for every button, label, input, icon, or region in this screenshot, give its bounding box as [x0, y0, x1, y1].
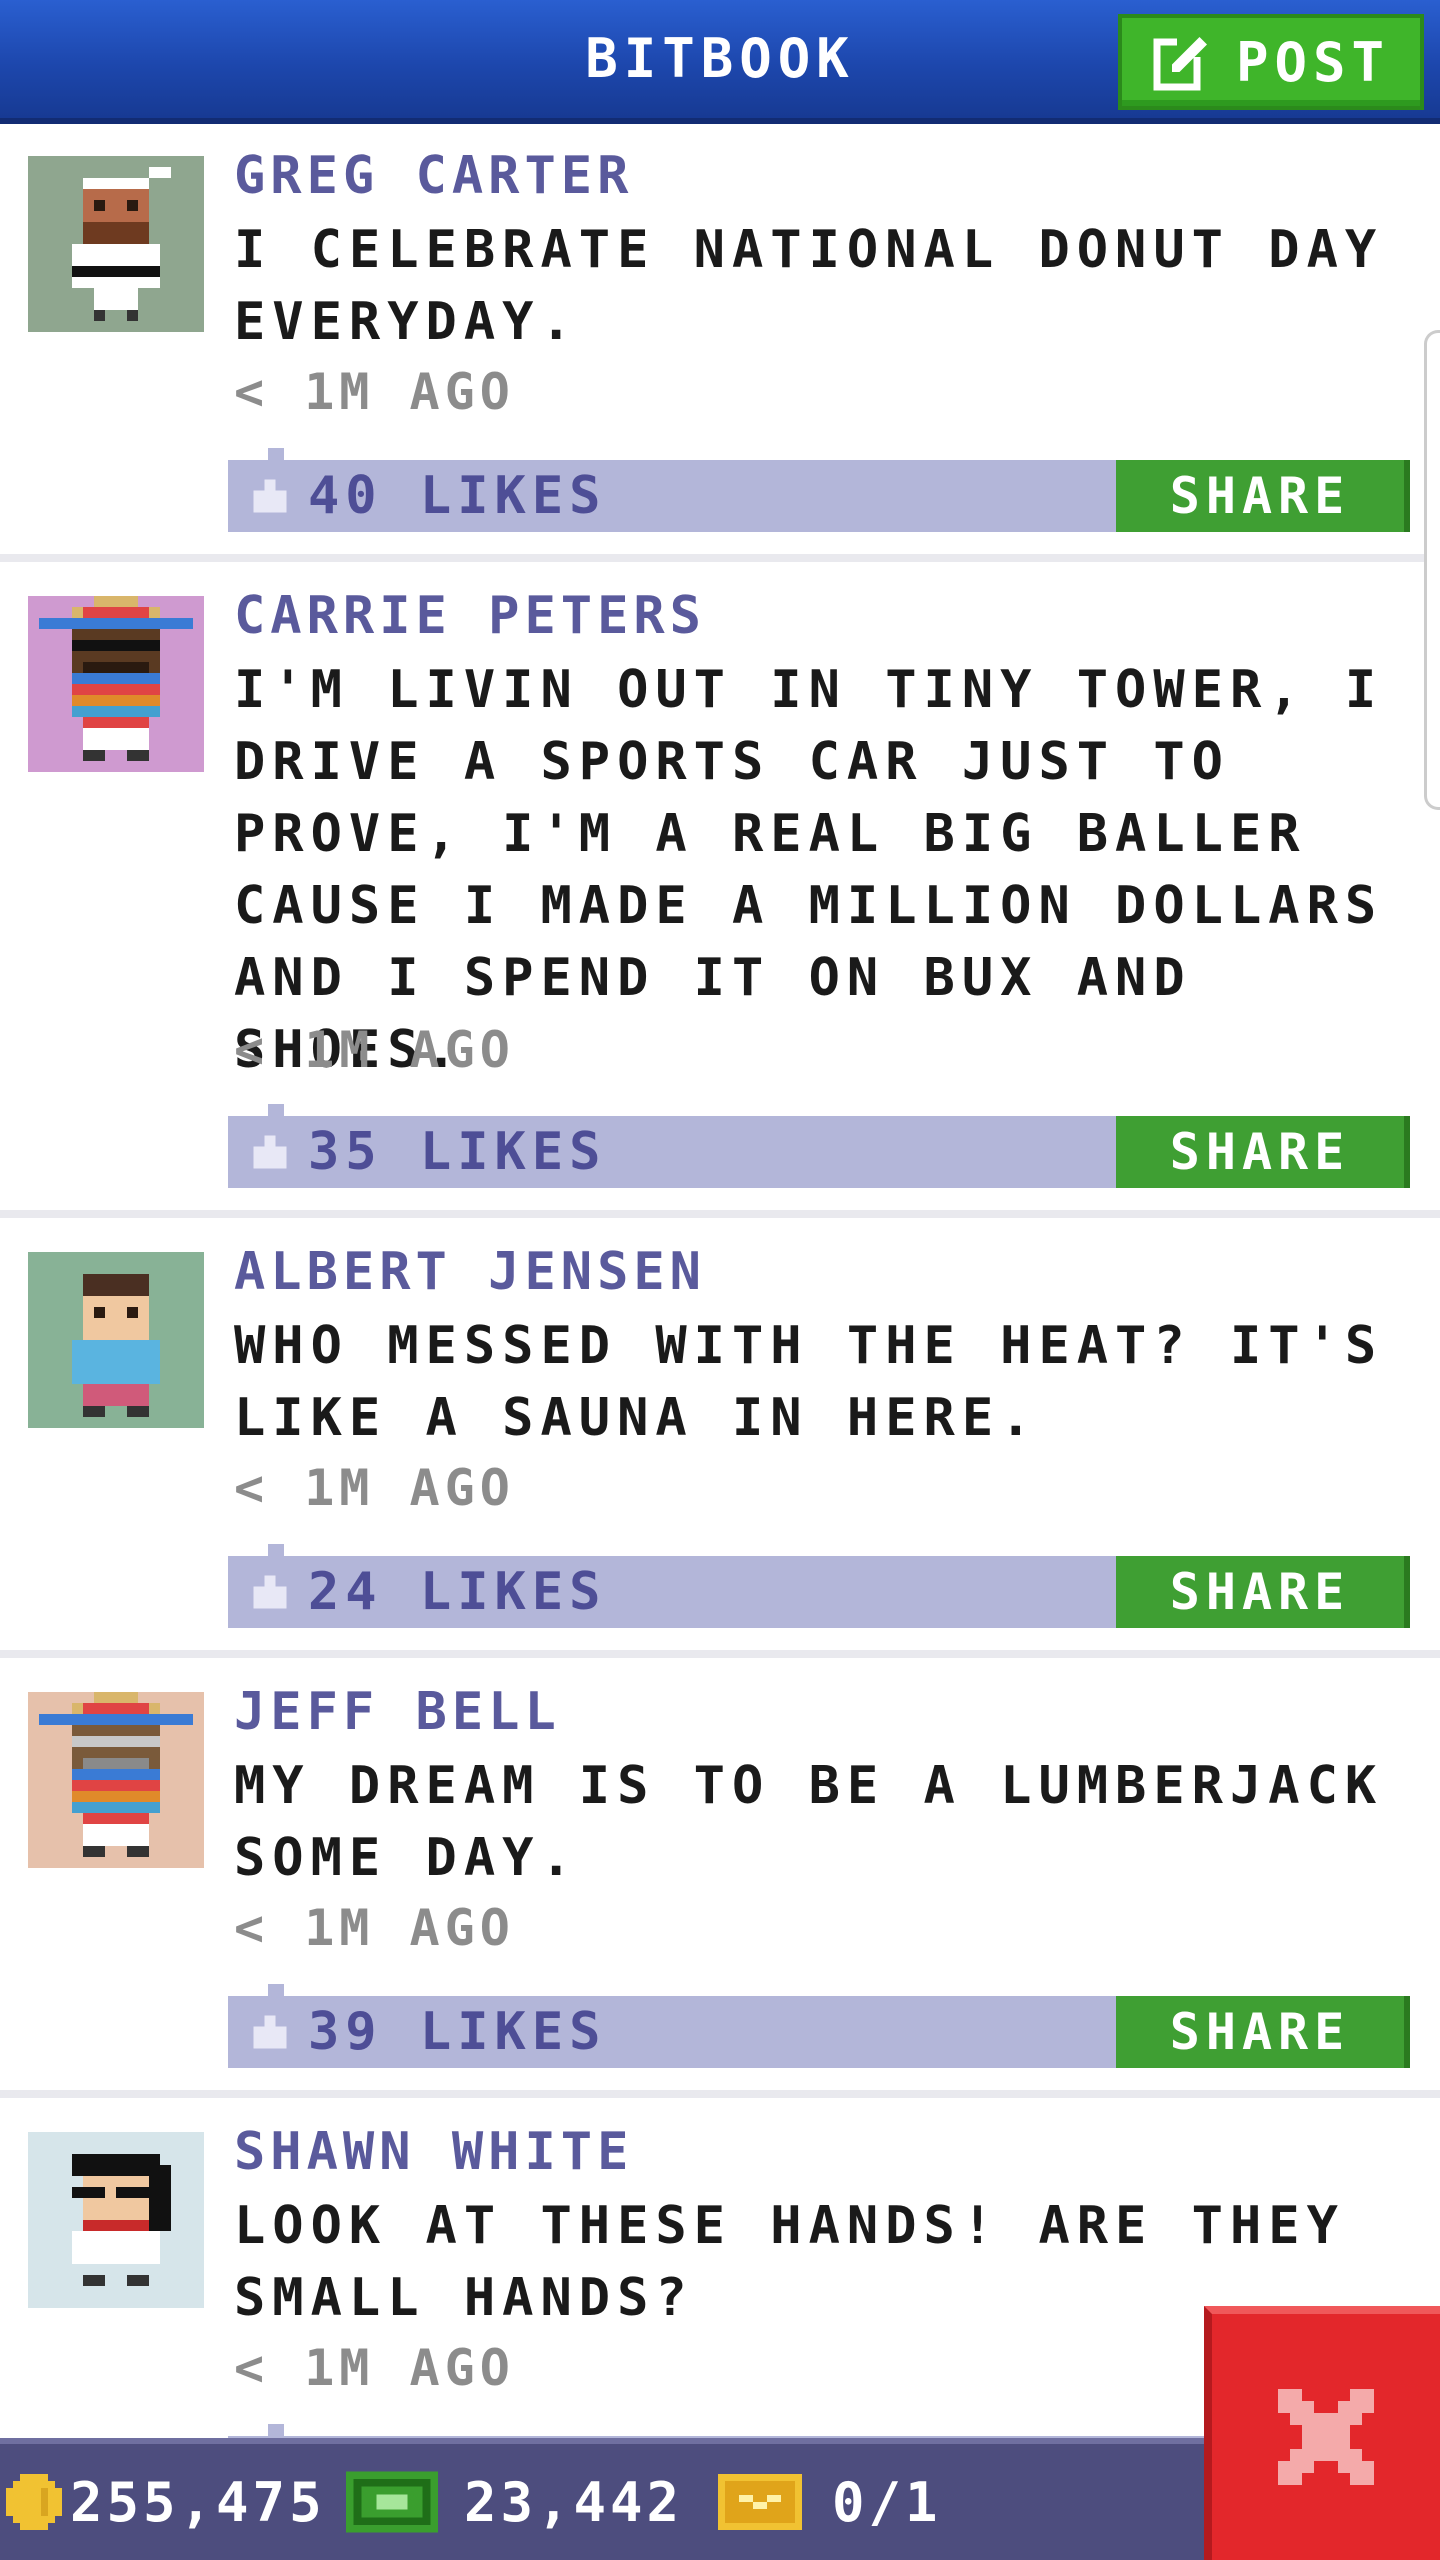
- like-bar: 24 LIKES SHARE: [228, 1544, 1410, 1628]
- coin-icon: [6, 2474, 62, 2530]
- like-bar: 39 LIKES SHARE: [228, 1984, 1410, 2068]
- like-count[interactable]: 39 LIKES: [248, 1996, 606, 2068]
- post-author[interactable]: ALBERT JENSEN: [234, 1242, 706, 1302]
- post-text: MY DREAM IS TO BE A LUMBERJACK SOME DAY.: [234, 1756, 1384, 1888]
- ticket-icon: [718, 2474, 802, 2530]
- post-author[interactable]: GREG CARTER: [234, 146, 633, 206]
- like-bar: 35 LIKES SHARE: [228, 1104, 1410, 1188]
- thumbs-up-icon: [253, 1575, 287, 1609]
- thumbs-up-icon: [253, 1135, 287, 1169]
- post-button[interactable]: POST: [1118, 14, 1424, 110]
- share-button[interactable]: SHARE: [1116, 1996, 1410, 2068]
- edit-icon: [1153, 37, 1212, 91]
- avatar: [28, 156, 204, 332]
- post-feed[interactable]: GREG CARTER I CELEBRATE NATIONAL DONUT D…: [0, 130, 1440, 2440]
- share-button[interactable]: SHARE: [1116, 1116, 1410, 1188]
- share-button[interactable]: SHARE: [1116, 460, 1410, 532]
- bux-icon: [346, 2471, 438, 2533]
- like-count[interactable]: 24 LIKES: [248, 1556, 606, 1628]
- side-scroll-handle[interactable]: [1424, 330, 1440, 810]
- post-time: < 1M AGO: [234, 1459, 515, 1517]
- post-time: < 1M AGO: [234, 1899, 515, 1957]
- avatar: [28, 1692, 204, 1868]
- post-button-label: POST: [1236, 30, 1391, 94]
- post-author[interactable]: JEFF BELL: [234, 1682, 561, 1742]
- thumbs-up-icon: [253, 479, 287, 513]
- post-time: < 1M AGO: [234, 2339, 515, 2397]
- post-author[interactable]: SHAWN WHITE: [234, 2122, 633, 2182]
- share-button[interactable]: SHARE: [1116, 1556, 1410, 1628]
- avatar: [28, 596, 204, 772]
- thumbs-up-icon: [253, 2015, 287, 2049]
- avatar: [28, 2132, 204, 2308]
- post-time: < 1M AGO: [234, 1021, 515, 1079]
- header-bar: BITBOOK POST: [0, 0, 1440, 124]
- like-count[interactable]: 40 LIKES: [248, 460, 606, 532]
- post-text: WHO MESSED WITH THE HEAT? IT'S LIKE A SA…: [234, 1316, 1384, 1448]
- close-icon: [1278, 2389, 1374, 2485]
- post-author[interactable]: CARRIE PETERS: [234, 586, 706, 646]
- avatar: [28, 1252, 204, 1428]
- close-button[interactable]: [1204, 2306, 1440, 2560]
- post-text: I CELEBRATE NATIONAL DONUT DAY EVERYDAY.: [234, 220, 1384, 352]
- ticket-counter: 0/1: [714, 2444, 942, 2560]
- like-count[interactable]: 35 LIKES: [248, 1116, 606, 1188]
- bux-counter: 23,442: [346, 2444, 683, 2560]
- post-time: < 1M AGO: [234, 363, 515, 421]
- like-bar: 40 LIKES SHARE: [228, 448, 1410, 532]
- coin-counter: 255,475: [6, 2444, 326, 2560]
